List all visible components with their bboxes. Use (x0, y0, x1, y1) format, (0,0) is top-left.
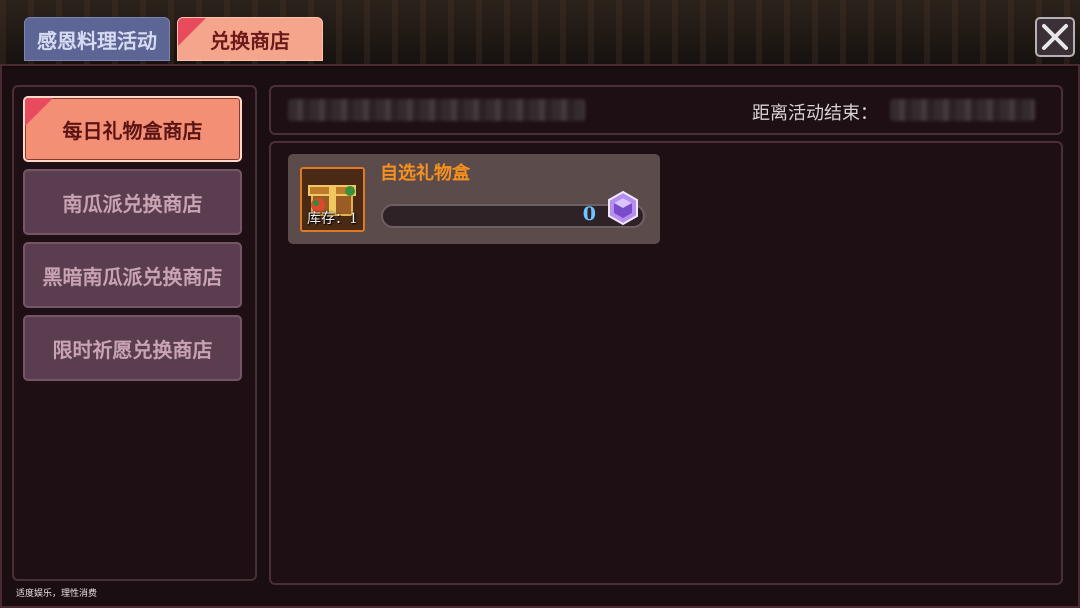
tab-label: 感恩料理活动 (37, 28, 157, 53)
gift-box-icon[interactable]: 库存：1 (300, 167, 365, 232)
new-ribbon-icon (25, 98, 53, 126)
price-value: 0 (582, 203, 596, 225)
menu-item-label: 限时祈愿兑换商店 (52, 337, 213, 362)
close-icon (1042, 24, 1068, 50)
menu-item-label: 南瓜派兑换商店 (62, 191, 203, 216)
purple-gem-icon (608, 190, 638, 226)
menu-item-label: 每日礼物盒商店 (62, 118, 203, 143)
tab-exchange-shop[interactable]: 兑换商店 (177, 17, 323, 61)
menu-item-limited-wish-shop[interactable]: 限时祈愿兑换商店 (23, 315, 242, 381)
new-ribbon-icon (178, 18, 206, 46)
menu-item-pumpkin-pie-shop[interactable]: 南瓜派兑换商店 (23, 169, 242, 235)
footer-note: 适度娱乐，理性消费 (16, 589, 98, 599)
item-name: 自选礼物盒 (380, 163, 470, 184)
menu-item-dark-pumpkin-pie-shop[interactable]: 黑暗南瓜派兑换商店 (23, 242, 242, 308)
redacted-description (288, 99, 585, 121)
countdown-label: 距离活动结束： (752, 103, 878, 124)
tab-label: 兑换商店 (210, 28, 290, 53)
tab-thanksgiving-cooking[interactable]: 感恩料理活动 (24, 17, 170, 61)
close-button[interactable] (1035, 17, 1075, 57)
menu-item-label: 黑暗南瓜派兑换商店 (42, 264, 223, 289)
menu-item-daily-gift-shop[interactable]: 每日礼物盒商店 (23, 96, 242, 162)
redacted-countdown-time (890, 99, 1035, 121)
stock-count: 库存：1 (307, 211, 358, 227)
